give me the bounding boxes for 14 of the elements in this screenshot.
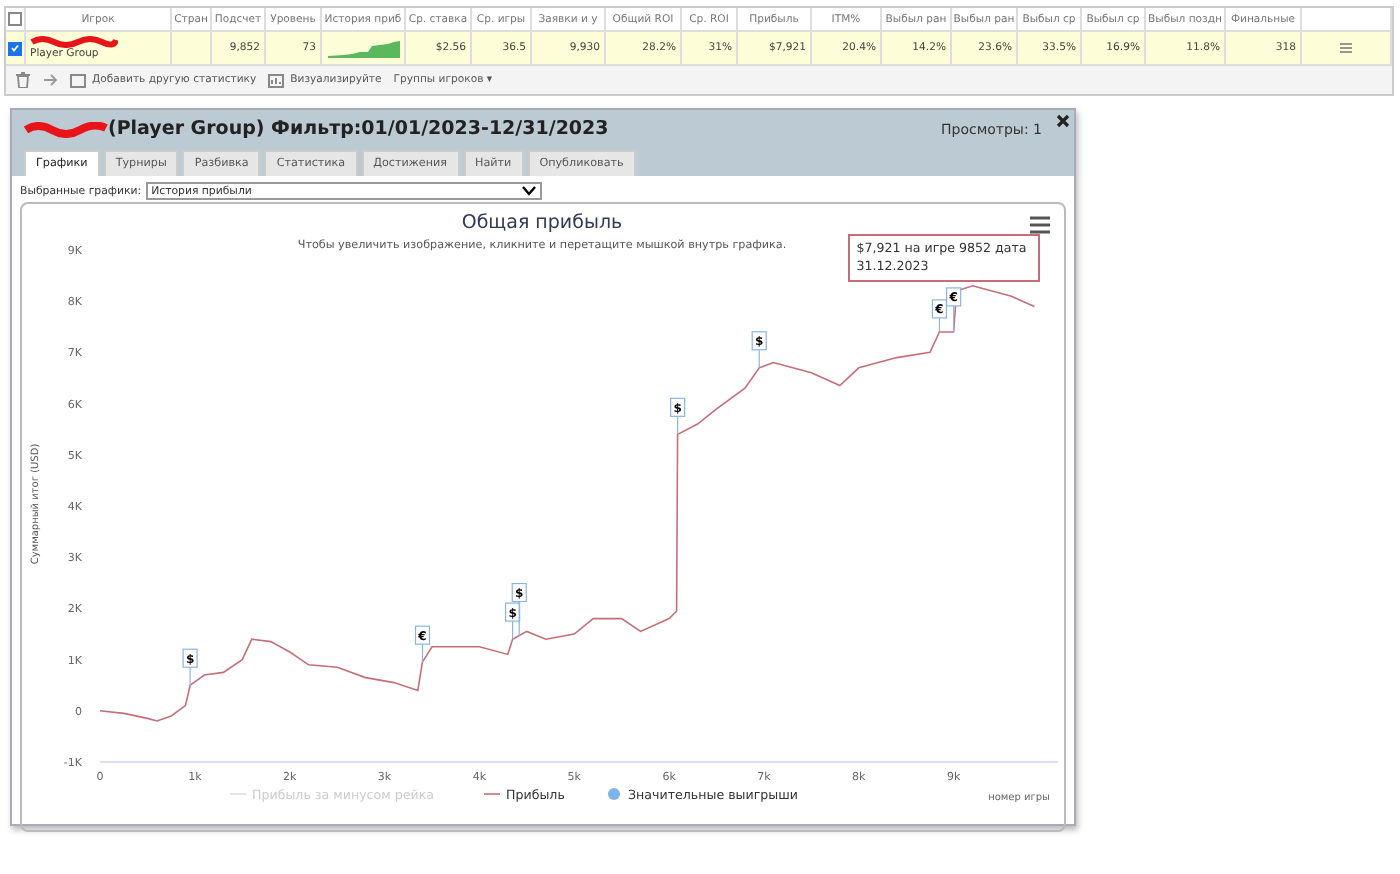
arrow-icon[interactable] [42, 72, 58, 88]
add-icon[interactable] [70, 73, 86, 87]
details-icon[interactable] [1340, 42, 1352, 54]
menu-icon[interactable] [1028, 216, 1052, 234]
redaction-mark [24, 121, 108, 137]
close-icon[interactable] [1056, 114, 1070, 128]
trash-icon[interactable] [16, 72, 30, 88]
redaction-mark [30, 36, 118, 48]
select-all-checkbox[interactable] [8, 12, 22, 26]
panel-title: (Player Group) Фильтр:01/01/2023-12/31/2023 [108, 118, 609, 140]
row-checkbox[interactable] [8, 41, 22, 55]
chart-title: Общая прибыль [461, 212, 623, 234]
sparkline [328, 39, 400, 57]
chart-icon[interactable] [268, 73, 285, 87]
